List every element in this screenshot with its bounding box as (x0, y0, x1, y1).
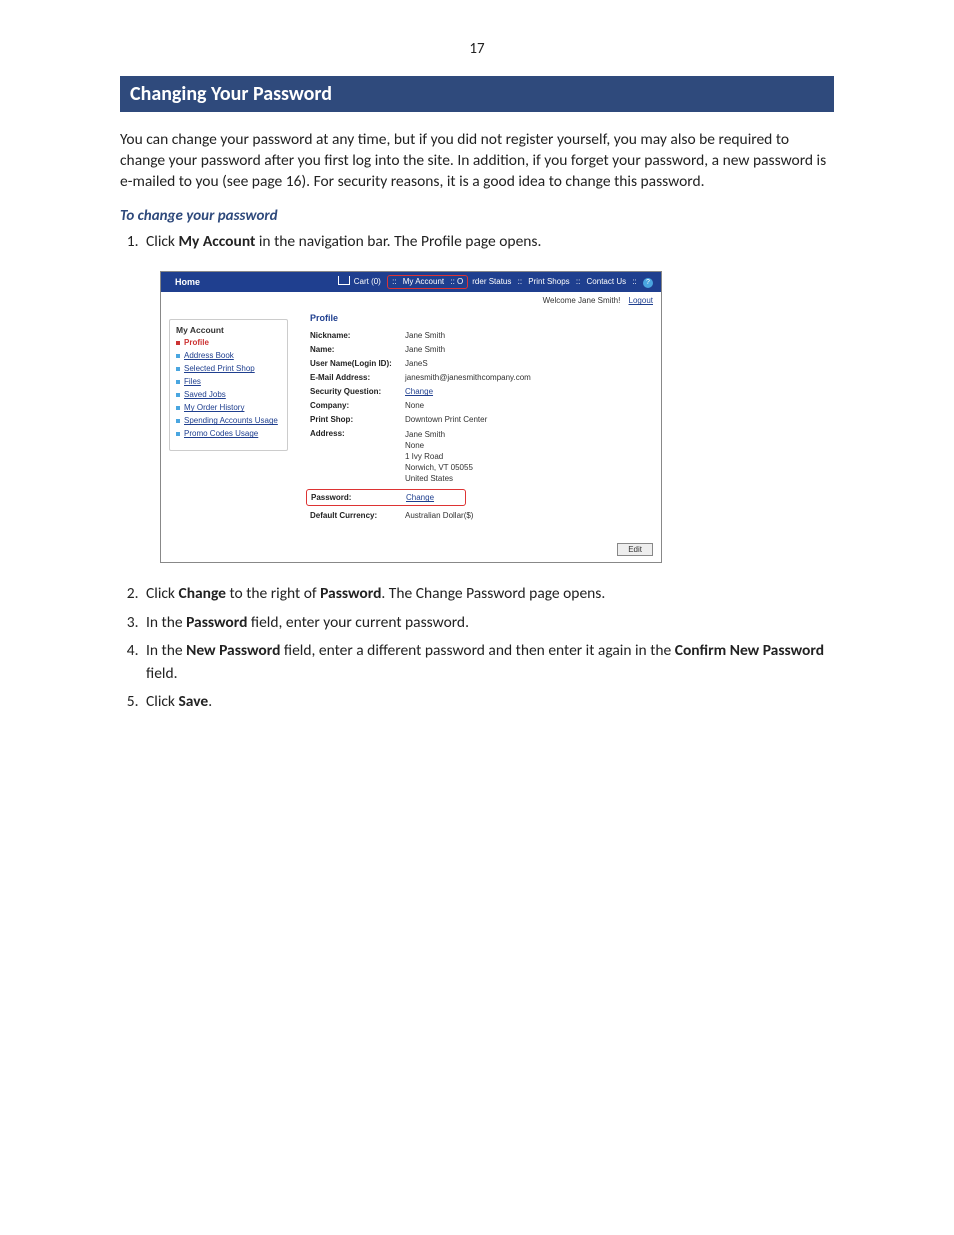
step-1: Click My Account in the navigation bar. … (142, 231, 834, 253)
label-password: Password: (311, 493, 406, 502)
link-change-password[interactable]: Change (406, 493, 434, 502)
bullet-icon (176, 393, 180, 397)
nav-home[interactable]: Home (161, 277, 214, 287)
nav-contact[interactable]: Contact Us (587, 277, 627, 286)
sidebar-title: My Account (176, 325, 281, 335)
welcome-row: Welcome Jane Smith! Logout (161, 292, 661, 307)
label-name: Name: (310, 345, 405, 354)
page-number: 17 (120, 40, 834, 58)
password-row-highlight: Password: Change (306, 489, 466, 506)
label-nickname: Nickname: (310, 331, 405, 340)
value-name: Jane Smith (405, 345, 445, 354)
step-2: Click Change to the right of Password. T… (142, 583, 834, 605)
nav-right-links: Cart (0) :: My Account :: O rder Status … (336, 275, 661, 289)
bullet-icon (176, 341, 180, 345)
steps-list: Click My Account in the navigation bar. … (142, 231, 834, 253)
label-company: Company: (310, 401, 405, 410)
nav-my-account-highlight: :: My Account :: O (387, 275, 468, 289)
value-company: None (405, 401, 424, 410)
value-print-shop: Downtown Print Center (405, 415, 487, 424)
profile-panel: Profile Nickname:Jane Smith Name:Jane Sm… (292, 313, 655, 533)
label-address: Address: (310, 429, 405, 438)
navbar: Home Cart (0) :: My Account :: O rder St… (161, 272, 661, 292)
nav-my-account[interactable]: My Account (403, 277, 444, 286)
steps-list-continued: Click Change to the right of Password. T… (142, 583, 834, 713)
profile-title: Profile (310, 313, 651, 323)
label-print-shop: Print Shop: (310, 415, 405, 424)
sidebar-item-promo-codes[interactable]: Promo Codes Usage (176, 429, 281, 439)
step-4: In the New Password field, enter a diffe… (142, 640, 834, 685)
profile-screenshot: Home Cart (0) :: My Account :: O rder St… (160, 271, 662, 563)
value-nickname: Jane Smith (405, 331, 445, 340)
sidebar-item-address-book[interactable]: Address Book (176, 351, 281, 361)
bullet-icon (176, 432, 180, 436)
value-currency: Australian Dollar($) (405, 511, 473, 520)
nav-cart[interactable]: Cart (0) (354, 277, 381, 286)
label-security-question: Security Question: (310, 387, 405, 396)
label-currency: Default Currency: (310, 511, 405, 520)
value-login: JaneS (405, 359, 428, 368)
link-change-security-question[interactable]: Change (405, 387, 433, 396)
section-heading: Changing Your Password (120, 76, 834, 112)
bullet-icon (176, 367, 180, 371)
intro-paragraph: You can change your password at any time… (120, 130, 834, 193)
nav-order-status[interactable]: rder Status (472, 277, 511, 286)
bullet-icon (176, 354, 180, 358)
label-email: E-Mail Address: (310, 373, 405, 382)
step-5: Click Save. (142, 691, 834, 713)
sidebar: My Account Profile Address Book Selected… (169, 319, 288, 451)
step-3: In the Password field, enter your curren… (142, 612, 834, 634)
bullet-icon (176, 380, 180, 384)
value-address: Jane Smith None 1 Ivy Road Norwich, VT 0… (405, 429, 473, 484)
nav-print-shops[interactable]: Print Shops (528, 277, 569, 286)
help-icon[interactable]: ? (643, 278, 653, 288)
welcome-text: Welcome Jane Smith! (543, 296, 621, 305)
sidebar-item-files[interactable]: Files (176, 377, 281, 387)
logout-link[interactable]: Logout (629, 296, 653, 305)
label-login: User Name(Login ID): (310, 359, 405, 368)
sidebar-item-saved-jobs[interactable]: Saved Jobs (176, 390, 281, 400)
cart-icon[interactable] (338, 276, 350, 285)
procedure-subheading: To change your password (120, 207, 834, 225)
sidebar-item-selected-print-shop[interactable]: Selected Print Shop (176, 364, 281, 374)
bullet-icon (176, 419, 180, 423)
edit-button[interactable]: Edit (617, 543, 653, 556)
sidebar-item-profile[interactable]: Profile (176, 338, 281, 348)
bullet-icon (176, 406, 180, 410)
sidebar-item-order-history[interactable]: My Order History (176, 403, 281, 413)
sidebar-item-spending-accounts[interactable]: Spending Accounts Usage (176, 416, 281, 426)
value-email: janesmith@janesmithcompany.com (405, 373, 531, 382)
